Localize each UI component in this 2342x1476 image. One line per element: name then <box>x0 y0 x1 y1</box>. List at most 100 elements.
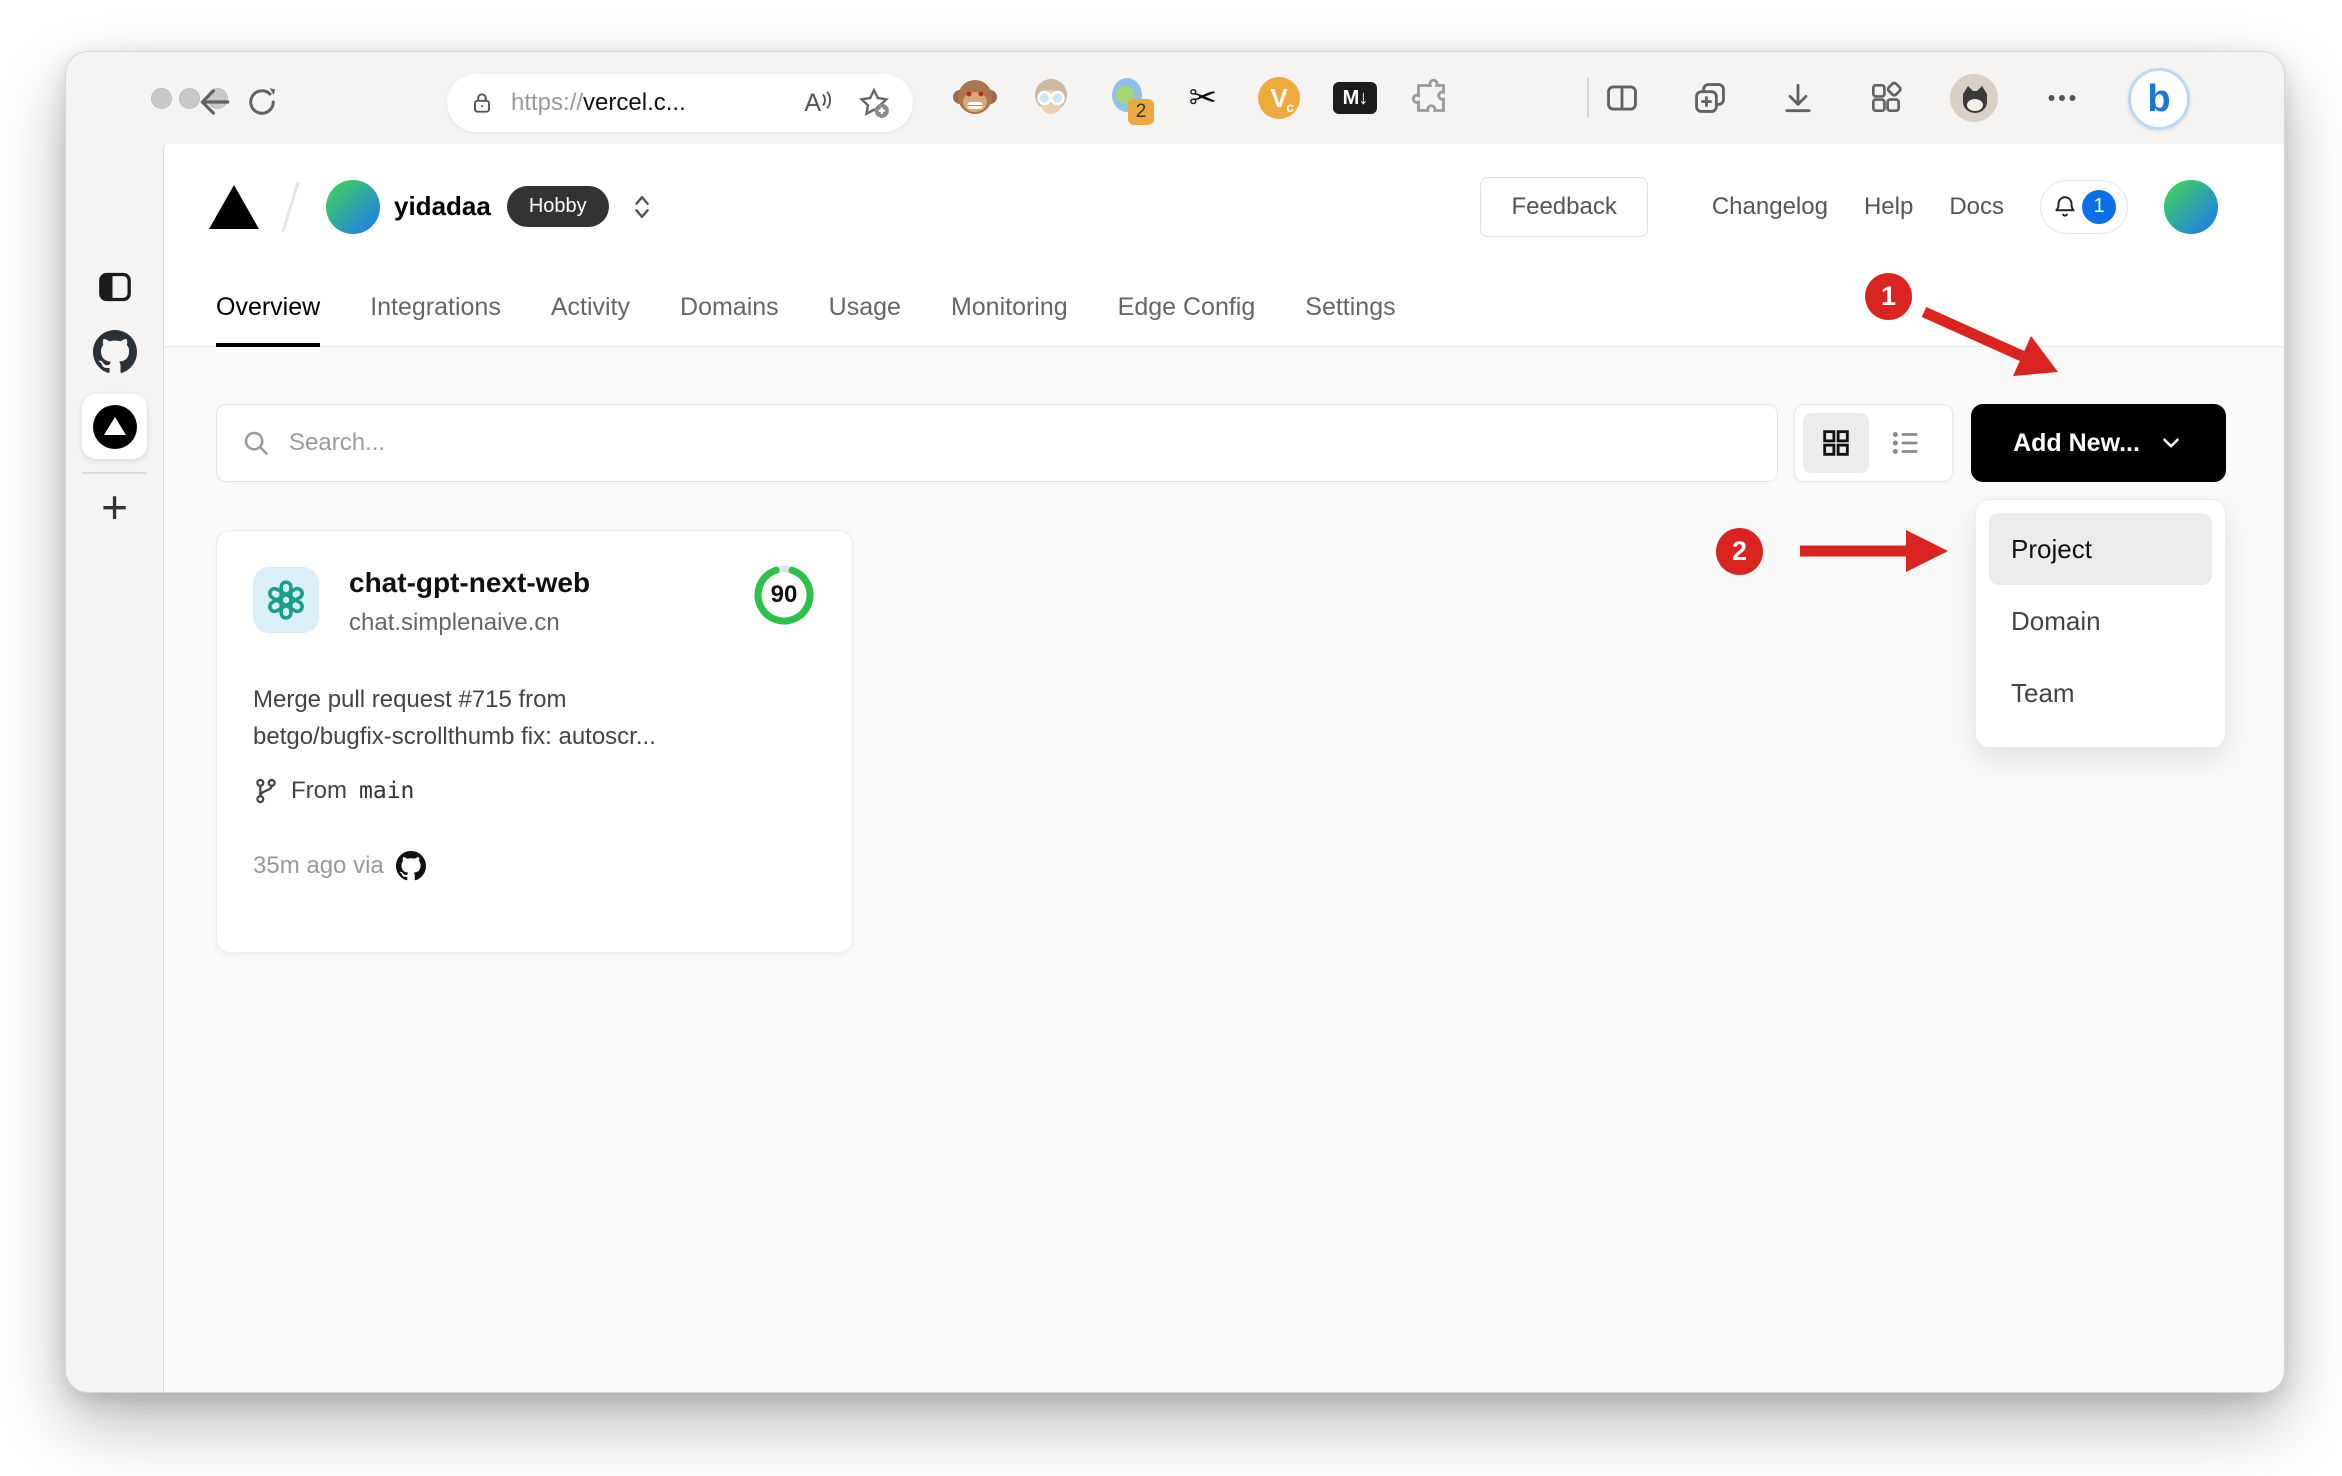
new-tab-button[interactable]: + <box>66 484 163 530</box>
commit-line-2: betgo/bugfix-scrollthumb fix: autoscr... <box>253 723 656 751</box>
branch-row: From main <box>253 777 816 805</box>
split-screen-button[interactable] <box>1598 75 1646 121</box>
annotation-step-2: 2 <box>1716 528 1763 575</box>
apps-button[interactable] <box>1862 75 1910 121</box>
refresh-icon <box>249 88 276 115</box>
collections-button[interactable] <box>1686 75 1734 121</box>
user-avatar[interactable] <box>2164 179 2218 234</box>
view-toggle <box>1794 404 1953 482</box>
read-aloud-label: A <box>804 88 821 117</box>
commit-line-1: Merge pull request #715 from <box>253 686 567 713</box>
dashboard-tabbar: Overview Integrations Activity Domains U… <box>164 269 2284 347</box>
monkey-extension-button[interactable] <box>952 75 998 121</box>
tab-settings[interactable]: Settings <box>1305 269 1395 346</box>
translate-extension-button[interactable]: 2 <box>1104 75 1154 125</box>
project-card[interactable]: chat-gpt-next-web chat.simplenaive.cn 90 <box>216 530 853 953</box>
tab-domains[interactable]: Domains <box>680 269 779 346</box>
markdown-extension-button[interactable]: M↓ <box>1332 75 1378 121</box>
tab-monitoring[interactable]: Monitoring <box>951 269 1068 346</box>
dropdown-item-team[interactable]: Team <box>1989 657 2212 729</box>
lighthouse-score[interactable]: 90 <box>752 563 816 627</box>
tab-edge-config[interactable]: Edge Config <box>1118 269 1256 346</box>
back-button[interactable] <box>193 80 237 124</box>
monkey-icon <box>953 80 997 114</box>
downloads-button[interactable] <box>1774 75 1822 121</box>
project-search[interactable] <box>216 404 1778 482</box>
search-icon <box>244 431 269 456</box>
annotation-step-1: 1 <box>1865 273 1912 320</box>
vercel-header: yidadaa Hobby Feedback Changelog Help Do… <box>164 144 2284 269</box>
project-favicon <box>253 567 319 633</box>
extensions-menu-button[interactable] <box>1408 75 1454 121</box>
split-screen-icon <box>1607 85 1637 111</box>
granny-avatar-icon <box>1035 79 1067 114</box>
chevron-down-icon <box>2163 438 2179 448</box>
window-close-button[interactable] <box>151 88 172 109</box>
list-view-icon <box>1892 431 1918 455</box>
dashboard-content: Add New... Project Domain Team chat-gpt-… <box>164 347 2284 1392</box>
team-avatar[interactable] <box>326 179 380 234</box>
sidebar-tab-github[interactable] <box>66 330 163 374</box>
project-titles: chat-gpt-next-web chat.simplenaive.cn <box>349 567 752 637</box>
read-aloud-button[interactable]: A <box>804 89 833 118</box>
list-view-button[interactable] <box>1873 413 1939 473</box>
breadcrumb-slash <box>281 181 300 232</box>
scissors-extension-button[interactable]: ✂ <box>1180 75 1226 121</box>
help-link[interactable]: Help <box>1864 193 1913 221</box>
notifications-button[interactable]: 1 <box>2040 179 2128 234</box>
favorite-star-icon[interactable] <box>857 86 891 120</box>
collections-icon <box>1695 83 1725 113</box>
toolbar-divider <box>1587 78 1589 118</box>
add-new-dropdown: Project Domain Team <box>1975 499 2226 748</box>
plus-icon: + <box>101 481 128 533</box>
sidebar-tab-vercel-active[interactable] <box>82 394 147 459</box>
bing-chat-button[interactable]: b <box>2128 68 2190 130</box>
refresh-button[interactable] <box>240 80 284 124</box>
project-domain[interactable]: chat.simplenaive.cn <box>349 609 752 637</box>
project-name[interactable]: chat-gpt-next-web <box>349 567 752 599</box>
team-name[interactable]: yidadaa <box>394 191 491 222</box>
markdown-icon: M↓ <box>1333 82 1377 114</box>
chevron-updown-icon <box>634 195 649 218</box>
team-switcher-button[interactable] <box>631 192 653 222</box>
toolbar-right-icons <box>1598 74 2086 122</box>
changelog-link[interactable]: Changelog <box>1712 193 1828 221</box>
url-host: vercel.c... <box>583 89 686 116</box>
page-vercel-dashboard: yidadaa Hobby Feedback Changelog Help Do… <box>163 144 2284 1392</box>
puzzle-icon <box>1411 78 1445 112</box>
add-new-label: Add New... <box>2013 428 2140 457</box>
grid-view-button[interactable] <box>1803 413 1869 473</box>
granny-extension-button[interactable] <box>1028 75 1074 121</box>
browser-toolbar: https://vercel.c... A 2 ✂ V c M↓ b <box>66 52 2284 144</box>
add-new-button[interactable]: Add New... <box>1971 404 2226 482</box>
extensions-row: 2 ✂ Vc M↓ <box>952 75 1454 125</box>
github-icon <box>395 851 426 881</box>
tab-activity[interactable]: Activity <box>551 269 630 346</box>
sidebar-panel-button[interactable] <box>66 267 163 307</box>
tab-integrations[interactable]: Integrations <box>370 269 501 346</box>
dropdown-item-domain[interactable]: Domain <box>1989 585 2212 657</box>
more-menu-button[interactable] <box>2038 75 2086 121</box>
profile-button[interactable] <box>1950 74 1998 122</box>
header-right: Feedback Changelog Help Docs 1 <box>1480 144 2218 269</box>
search-input[interactable] <box>289 429 1753 457</box>
vercel-favicon <box>92 404 137 449</box>
project-card-top: chat-gpt-next-web chat.simplenaive.cn 90 <box>253 565 816 637</box>
vercel-logo-icon[interactable] <box>209 184 259 229</box>
team-row: yidadaa Hobby <box>209 144 653 269</box>
docs-link[interactable]: Docs <box>1949 193 2004 221</box>
dropdown-item-project[interactable]: Project <box>1989 513 2212 585</box>
deployment-commit-message[interactable]: Merge pull request #715 from betgo/bugfi… <box>253 681 823 755</box>
sidebar-panel-icon <box>98 272 131 302</box>
back-icon <box>200 89 230 115</box>
openai-logo-icon <box>268 580 304 620</box>
tab-usage[interactable]: Usage <box>829 269 901 346</box>
browser-sidebar: + <box>66 144 163 1392</box>
bell-icon <box>2055 195 2075 217</box>
tab-overview[interactable]: Overview <box>216 269 321 347</box>
deployment-meta: 35m ago via <box>253 851 816 881</box>
video-extension-button[interactable]: Vc <box>1256 75 1302 121</box>
feedback-button[interactable]: Feedback <box>1480 176 1648 237</box>
address-bar[interactable]: https://vercel.c... A <box>447 74 913 132</box>
desktop: https://vercel.c... A 2 ✂ V c M↓ b + yid… <box>0 0 2342 1476</box>
